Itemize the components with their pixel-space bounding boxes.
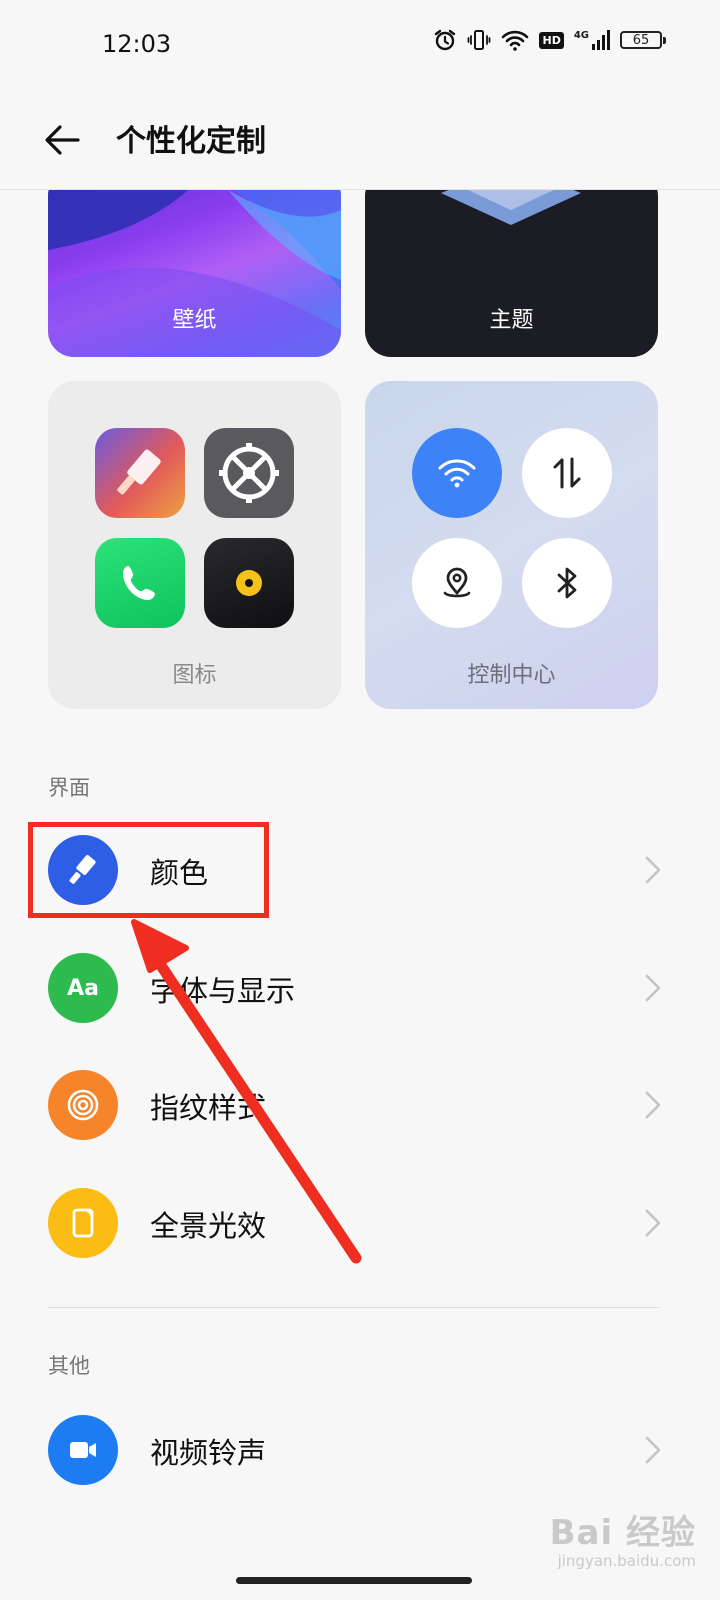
alarm-icon <box>435 29 456 51</box>
control-center-card[interactable]: 控制中心 <box>365 381 658 709</box>
chevron-right-icon <box>645 974 661 1002</box>
fingerprint-item-icon <box>48 1070 118 1140</box>
list-item-video-ringtone[interactable]: 视频铃声 <box>0 1400 720 1500</box>
fingerprint-item-label: 指纹样式 <box>150 1091 267 1125</box>
back-arrow-icon <box>45 125 80 155</box>
music-app-tile <box>204 538 294 628</box>
video-ringtone-item-icon <box>48 1415 118 1485</box>
status-bar: 12:03 HD 4G 65 <box>0 0 720 90</box>
list-item-fingerprint-style[interactable]: 指纹样式 <box>0 1055 720 1155</box>
video-camera-icon <box>70 1442 96 1458</box>
wifi-icon <box>438 459 476 488</box>
status-icons: HD 4G 65 <box>433 28 666 52</box>
data-toggle <box>522 428 612 518</box>
gear-icon <box>219 443 279 503</box>
hd-badge: HD <box>539 31 564 49</box>
bluetooth-toggle <box>522 538 612 628</box>
color-item-icon <box>48 835 118 905</box>
chevron-right-icon <box>645 1091 661 1119</box>
edge-light-icon <box>72 1208 94 1238</box>
color-item-label: 颜色 <box>150 856 209 890</box>
back-button[interactable] <box>40 118 84 162</box>
icons-label: 图标 <box>172 663 217 688</box>
video-ringtone-item-label: 视频铃声 <box>150 1436 267 1470</box>
icons-card[interactable]: 图标 <box>48 381 341 709</box>
fingerprint-icon <box>67 1089 99 1121</box>
theme-card[interactable]: 主题 <box>365 170 658 357</box>
edge-light-item-label: 全景光效 <box>150 1209 267 1243</box>
list-item-font-display[interactable]: Aa 字体与显示 <box>0 938 720 1038</box>
vinyl-record-icon <box>236 570 262 596</box>
chevron-right-icon <box>645 1209 661 1237</box>
location-icon <box>443 567 471 598</box>
page-title: 个性化定制 <box>116 124 266 159</box>
font-item-label: 字体与显示 <box>150 974 296 1008</box>
vibrate-icon <box>468 30 491 50</box>
data-transfer-icon <box>553 457 581 489</box>
baidu-jingyan-watermark: Bai 经验 jingyan.baidu.com <box>550 1505 696 1570</box>
wallpaper-label: 壁纸 <box>172 308 217 333</box>
font-aa-icon: Aa <box>67 975 99 1001</box>
paint-app-tile <box>95 428 185 518</box>
page-header: 个性化定制 <box>0 90 720 190</box>
chevron-right-icon <box>645 856 661 884</box>
battery-indicator: 65 <box>620 31 666 49</box>
phone-app-tile <box>95 538 185 628</box>
wallpaper-card[interactable]: 壁纸 <box>48 170 341 357</box>
section-label-interface: 界面 <box>48 776 90 800</box>
watermark-sub: jingyan.baidu.com <box>557 1552 696 1570</box>
list-item-edge-lighting[interactable]: 全景光效 <box>0 1173 720 1273</box>
paint-brush-icon <box>69 855 96 884</box>
font-item-icon: Aa <box>48 953 118 1023</box>
battery-level: 65 <box>632 32 650 48</box>
phone-icon <box>123 566 155 600</box>
status-time: 12:03 <box>102 30 172 58</box>
watermark-main: Bai 经验 <box>549 1513 696 1553</box>
edge-light-item-icon <box>48 1188 118 1258</box>
bluetooth-icon <box>557 567 577 599</box>
chevron-right-icon <box>645 1436 661 1464</box>
paint-brush-icon <box>117 449 161 495</box>
wifi-icon <box>502 30 529 51</box>
list-item-color[interactable]: 颜色 <box>0 820 720 920</box>
settings-app-tile <box>204 428 294 518</box>
theme-label: 主题 <box>489 308 534 333</box>
section-divider <box>48 1307 660 1308</box>
signal-indicator: 4G <box>574 30 610 50</box>
wifi-toggle <box>412 428 502 518</box>
home-indicator[interactable] <box>236 1577 472 1584</box>
network-type: 4G <box>573 30 589 41</box>
section-label-other: 其他 <box>48 1354 90 1378</box>
signal-bars-icon <box>592 30 610 50</box>
control-center-label: 控制中心 <box>467 663 556 688</box>
location-toggle <box>412 538 502 628</box>
